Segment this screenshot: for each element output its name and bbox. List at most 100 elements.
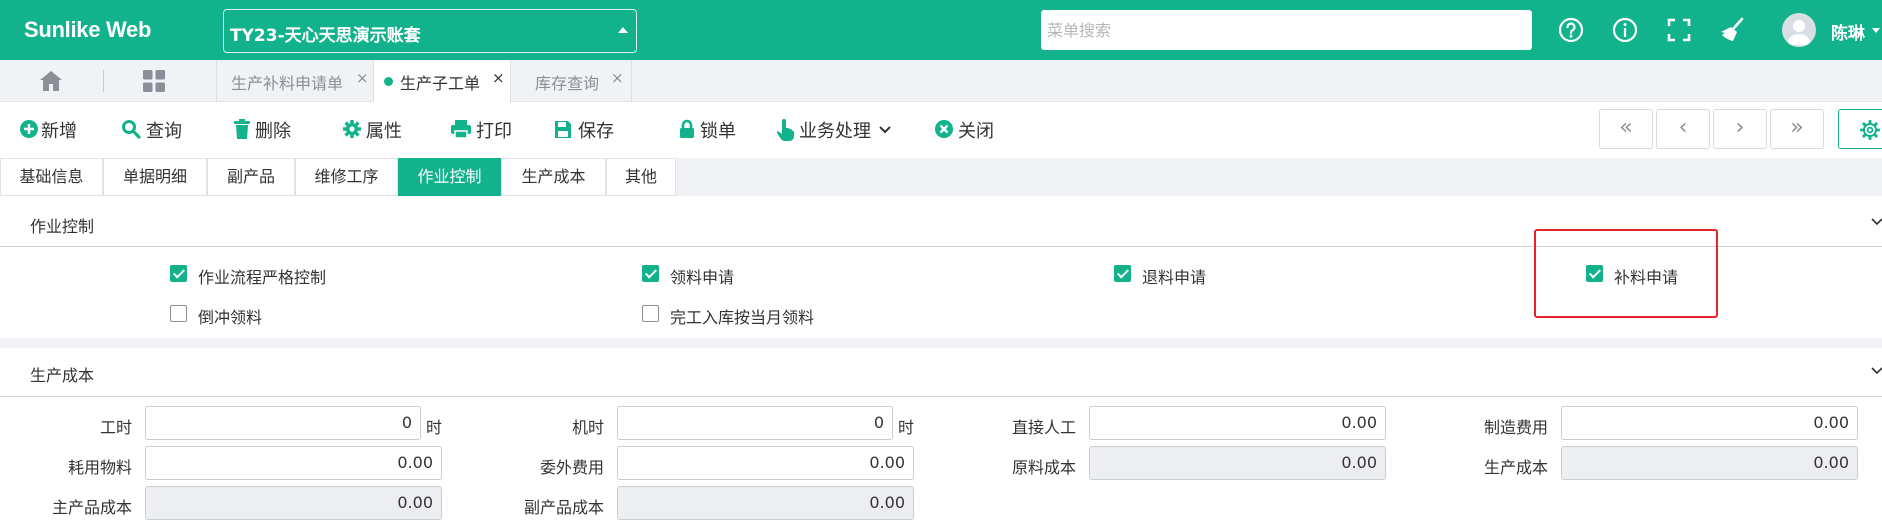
user-avatar[interactable] [1782, 13, 1816, 47]
machine-hours-label: 机时 [571, 418, 604, 437]
app-logo: Sunlike Web [24, 17, 152, 42]
plus-circle-icon [20, 120, 38, 138]
section-title: 作业控制 [30, 217, 95, 236]
chevron-down-icon [1871, 218, 1882, 226]
manufacturing-expense-input[interactable]: 0.00 [1561, 406, 1858, 440]
main-product-cost-field: 0.00 [145, 486, 442, 520]
settings-button[interactable] [1838, 109, 1882, 149]
tab-label: 库存查询 [535, 74, 600, 93]
user-name[interactable]: 陈琳 [1831, 19, 1865, 44]
clear-cache-broom-icon[interactable] [1717, 14, 1749, 46]
user-icon [1787, 20, 1811, 45]
save-button-label: 保存 [578, 121, 614, 142]
info-icon[interactable] [1609, 14, 1641, 46]
section-tab-repair-process[interactable]: 维修工序 [295, 158, 398, 196]
home-icon[interactable] [38, 68, 64, 94]
account-select-value: TY23-天心天思演示账套 [230, 26, 421, 46]
chevron-down-icon [1871, 367, 1882, 375]
tab-inventory-query[interactable]: 库存查询 × [510, 60, 632, 102]
labor-hours-label: 工时 [99, 418, 132, 437]
outsourcing-expense-label: 委外费用 [539, 458, 604, 477]
account-select[interactable]: TY23-天心天思演示账套 [223, 9, 637, 53]
raw-material-cost-label: 原料成本 [1011, 458, 1076, 477]
floppy-save-icon [555, 121, 571, 138]
outsourcing-expense-input[interactable]: 0.00 [617, 446, 914, 480]
close-circle-icon [935, 120, 953, 138]
help-icon[interactable] [1555, 14, 1587, 46]
direct-labor-label: 直接人工 [1011, 418, 1076, 437]
search-icon [122, 120, 141, 139]
strict-workflow-checkbox[interactable] [170, 265, 187, 282]
strict-workflow-label: 作业流程严格控制 [198, 268, 327, 287]
machine-hours-input[interactable]: 0 [617, 406, 893, 440]
manufacturing-expense-label: 制造费用 [1483, 418, 1548, 437]
query-button-label: 查询 [146, 121, 182, 142]
menu-search-input[interactable] [1041, 10, 1532, 50]
business-processing-button-label: 业务处理 [799, 121, 871, 142]
new-button-label: 新增 [41, 121, 77, 142]
machine-hours-unit: 时 [898, 418, 915, 437]
backflush-label: 倒冲领料 [198, 308, 263, 327]
production-cost-field: 0.00 [1561, 446, 1858, 480]
chevron-down-icon [879, 126, 891, 134]
labor-hours-unit: 时 [426, 418, 443, 437]
top-header: Sunlike Web TY23-天心天思演示账套 陈琳 [0, 0, 1882, 60]
labor-hours-input[interactable]: 0 [145, 406, 421, 440]
tab-label: 生产补料申请单 [231, 74, 344, 93]
close-button-label: 关闭 [958, 121, 994, 142]
lock-order-button-label: 锁单 [700, 121, 736, 142]
section-tab-production-cost[interactable]: 生产成本 [501, 158, 606, 196]
byproduct-cost-label: 副产品成本 [523, 498, 604, 517]
material-request-label: 领料申请 [670, 268, 735, 287]
section-tab-basic-info[interactable]: 基础信息 [0, 158, 103, 196]
tab-divider [103, 70, 104, 92]
caret-up-icon [618, 27, 628, 33]
close-icon[interactable]: × [356, 69, 369, 87]
tab-material-supplement-request[interactable]: 生产补料申请单 × [216, 60, 373, 102]
consumed-materials-label: 耗用物料 [67, 458, 132, 477]
action-toolbar: 新增 查询 删除 属性 打印 保存 锁单 业务处理 关闭 « ‹ › » [0, 102, 1882, 235]
last-record-button[interactable]: » [1770, 109, 1824, 149]
close-icon[interactable]: × [492, 69, 505, 87]
consumed-materials-input[interactable]: 0.00 [145, 446, 442, 480]
section-tab-detail[interactable]: 单据明细 [103, 158, 207, 196]
close-icon[interactable]: × [611, 69, 624, 87]
highlight-annotation-box [1534, 229, 1718, 318]
previous-record-button[interactable]: ‹ [1656, 109, 1710, 149]
tab-label: 生产子工单 [400, 74, 481, 93]
completion-monthly-picking-checkbox[interactable] [642, 305, 659, 322]
main-product-cost-label: 主产品成本 [51, 498, 132, 517]
production-cost-label: 生产成本 [1483, 458, 1548, 477]
completion-monthly-picking-label: 完工入库按当月领料 [670, 308, 815, 327]
lock-icon [680, 119, 694, 138]
raw-material-cost-field: 0.00 [1089, 446, 1386, 480]
material-request-checkbox[interactable] [642, 265, 659, 282]
next-record-button[interactable]: › [1713, 109, 1767, 149]
section-tab-other[interactable]: 其他 [606, 158, 676, 196]
gear-icon [1860, 120, 1880, 140]
material-return-checkbox[interactable] [1114, 265, 1131, 282]
properties-button-label: 属性 [366, 121, 402, 142]
active-dot-icon [384, 77, 393, 86]
section-gap [0, 338, 1882, 348]
gear-icon [343, 120, 361, 138]
delete-button-label: 删除 [255, 121, 291, 142]
direct-labor-input[interactable]: 0.00 [1089, 406, 1386, 440]
byproduct-cost-field: 0.00 [617, 486, 914, 520]
tab-production-sub-order[interactable]: 生产子工单 × [373, 60, 510, 102]
apps-grid-icon[interactable] [141, 68, 167, 94]
section-tab-byproduct[interactable]: 副产品 [207, 158, 295, 196]
first-record-button[interactable]: « [1599, 109, 1653, 149]
caret-down-icon [1872, 28, 1880, 33]
fullscreen-icon[interactable] [1663, 14, 1695, 46]
print-button-label: 打印 [476, 121, 512, 142]
backflush-checkbox[interactable] [170, 305, 187, 322]
material-return-label: 退料申请 [1142, 268, 1207, 287]
page-tabs-bar: 生产补料申请单 × 生产子工单 × 库存查询 × [0, 60, 1882, 102]
hand-pointer-icon [777, 119, 794, 141]
section-tab-job-control[interactable]: 作业控制 [398, 158, 501, 196]
printer-icon [451, 120, 471, 139]
section-title: 生产成本 [30, 366, 95, 385]
production-cost-section-header[interactable]: 生产成本 [0, 348, 1882, 397]
trash-icon [234, 119, 250, 139]
